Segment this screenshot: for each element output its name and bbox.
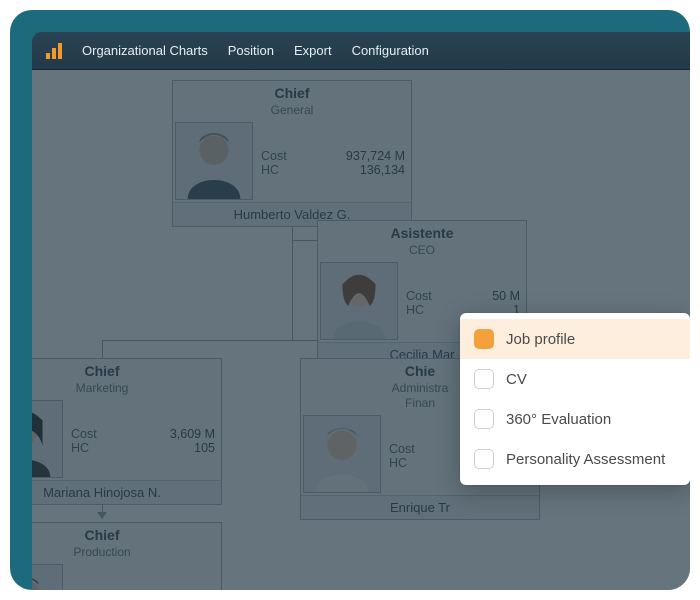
org-node-production[interactable]: Chief Production Cost95,035 M HC7,623: [32, 522, 222, 590]
node-dept: General: [175, 103, 409, 118]
node-role: Chief: [32, 363, 219, 381]
nav-org-charts[interactable]: Organizational Charts: [82, 43, 208, 58]
node-dept: CEO: [320, 243, 524, 258]
node-role: Asistente: [320, 225, 524, 243]
connector-line: [292, 240, 293, 340]
node-name: Enrique Tr: [301, 495, 539, 519]
node-role: Chief: [32, 527, 219, 545]
checkbox-icon: [474, 329, 494, 349]
avatar: [32, 564, 63, 591]
menu-item-label: Job profile: [506, 331, 575, 348]
app-frame: Organizational Charts Position Export Co…: [10, 10, 690, 590]
org-node-ceo[interactable]: Chief General Cost937,724 M HC136,134 Hu…: [172, 80, 412, 227]
node-dept: Marketing: [32, 381, 219, 396]
avatar: [303, 415, 381, 493]
avatar: [175, 122, 253, 200]
node-title: Chief Marketing: [32, 359, 221, 398]
node-metrics: Cost937,724 M HC136,134: [255, 120, 411, 202]
menu-item-label: CV: [506, 371, 527, 388]
node-title: Chief General: [173, 81, 411, 120]
nav-export[interactable]: Export: [294, 43, 332, 58]
node-name: Mariana Hinojosa N.: [32, 480, 221, 504]
node-title: Chief Production: [32, 523, 221, 562]
avatar: [32, 400, 63, 478]
app-window: Organizational Charts Position Export Co…: [32, 32, 690, 590]
top-nav: Organizational Charts Position Export Co…: [32, 32, 690, 70]
arrow-down-icon: [97, 512, 107, 519]
context-menu: Job profile CV 360° Evaluation Personali…: [460, 313, 690, 485]
menu-item-label: Personality Assessment: [506, 451, 665, 468]
checkbox-icon: [474, 409, 494, 429]
menu-item-cv[interactable]: CV: [460, 359, 690, 399]
node-metrics: Cost95,035 M HC7,623: [65, 562, 221, 591]
logo-icon: [46, 43, 62, 59]
avatar: [320, 262, 398, 340]
menu-item-personality-assessment[interactable]: Personality Assessment: [460, 439, 690, 479]
menu-item-job-profile[interactable]: Job profile: [460, 319, 690, 359]
menu-item-360-evaluation[interactable]: 360° Evaluation: [460, 399, 690, 439]
node-title: Asistente CEO: [318, 221, 526, 260]
node-dept: Production: [32, 545, 219, 560]
nav-configuration[interactable]: Configuration: [352, 43, 429, 58]
org-node-marketing[interactable]: Chief Marketing Cost3,609 M HC105 Marian…: [32, 358, 222, 505]
checkbox-icon: [474, 369, 494, 389]
menu-item-label: 360° Evaluation: [506, 411, 611, 428]
node-metrics: Cost3,609 M HC105: [65, 398, 221, 480]
node-role: Chief: [175, 85, 409, 103]
nav-position[interactable]: Position: [228, 43, 274, 58]
checkbox-icon: [474, 449, 494, 469]
connector-line: [102, 340, 103, 358]
